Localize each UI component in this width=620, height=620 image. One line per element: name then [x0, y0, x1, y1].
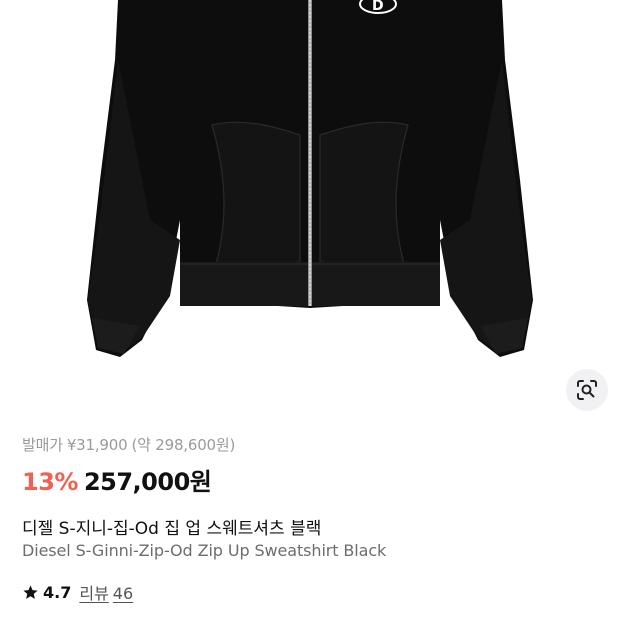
hoodie-illustration: D: [87, 0, 533, 357]
image-search-icon: [577, 380, 597, 400]
image-search-button[interactable]: [566, 369, 608, 411]
product-name-english: Diesel S-Ginni-Zip-Od Zip Up Sweatshirt …: [22, 541, 387, 560]
discount-rate: 13%: [22, 468, 78, 496]
star-icon: [23, 584, 38, 599]
rating-row: 4.7 리뷰 46: [22, 580, 137, 604]
product-info: 발매가 ¥31,900 (약 298,600원) 13% 257,000원 디젤 S-…: [22, 434, 600, 603]
release-price-row: 발매가 ¥31,900 (약 298,600원): [22, 434, 600, 456]
product-name-korean: 디젤 S-지니-집-Od 집 업 스웨트셔츠 블랙: [22, 519, 322, 539]
rating-value: 4.7: [43, 582, 72, 602]
review-label: 리뷰: [79, 584, 109, 603]
release-price-converted: (약 298,600원): [131, 436, 236, 454]
price-row: 13% 257,000원: [22, 462, 212, 497]
review-count: 46: [112, 584, 134, 603]
release-price: ¥31,900: [66, 436, 128, 454]
logo-letter: D: [372, 0, 384, 14]
product-image[interactable]: D: [0, 0, 620, 422]
current-price: 257,000원: [83, 468, 212, 496]
review-link[interactable]: 리뷰 46: [79, 580, 137, 604]
release-price-label: 발매가: [22, 436, 63, 454]
